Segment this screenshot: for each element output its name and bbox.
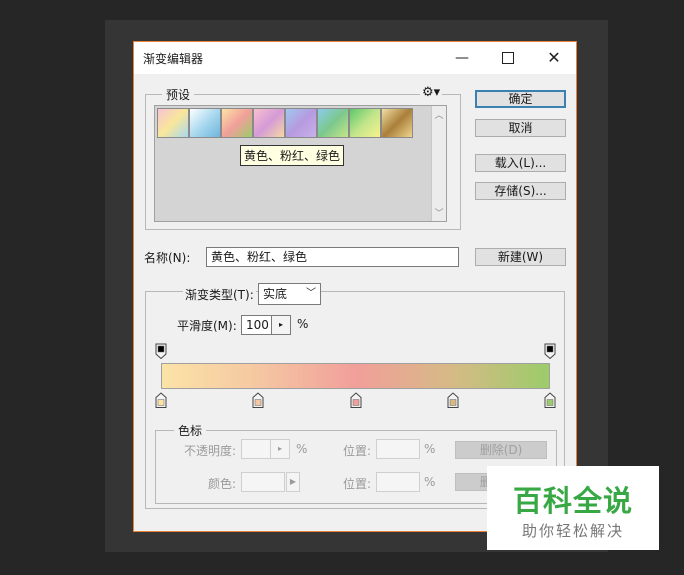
preset-swatch-blue-green[interactable] (317, 108, 349, 138)
opacity-input[interactable] (241, 439, 271, 459)
save-button[interactable]: 存储(S)... (475, 182, 566, 200)
gradient-type-label: 渐变类型(T): (183, 286, 256, 303)
opacity-stepper[interactable]: ▸ (270, 439, 290, 459)
preset-swatch-yellow-pink-green[interactable] (221, 108, 253, 138)
smoothness-unit: % (297, 317, 309, 331)
watermark-title: 百科全说 (512, 484, 633, 518)
gradient-type-select[interactable]: 实底 ﹀ (258, 283, 321, 305)
name-input[interactable]: 黄色、粉红、绿色 (206, 247, 459, 267)
color-location-input[interactable] (376, 472, 420, 492)
preset-swatches-panel: ︿ ﹀ 黄色、粉红、绿色 (154, 105, 447, 222)
gradient-preview-bar[interactable] (161, 363, 550, 389)
color-stop-2[interactable] (252, 392, 264, 409)
watermark-subtitle: 助你轻松解决 (521, 522, 624, 540)
presets-scrollbar[interactable]: ︿ ﹀ (431, 106, 446, 221)
preset-swatch-green-yellow[interactable] (349, 108, 381, 138)
stops-legend: 色标 (174, 422, 207, 439)
opacity-label: 不透明度: (184, 444, 237, 458)
color-label: 颜色: (208, 477, 237, 491)
cancel-button[interactable]: 取消 (475, 119, 566, 137)
dialog-title: 渐变编辑器 (143, 52, 204, 66)
gradient-editor-dialog: 渐变编辑器 — ✕ 预设 ⚙▾ ︿ ﹀ 黄色、粉红、绿色 确定 取消 载入(L)… (133, 41, 577, 532)
name-label: 名称(N): (144, 251, 191, 265)
load-button[interactable]: 载入(L)... (475, 154, 566, 172)
color-location-unit: % (424, 475, 436, 489)
preset-tooltip: 黄色、粉红、绿色 (240, 145, 345, 166)
opacity-location-input[interactable] (376, 439, 420, 459)
opacity-location-unit: % (424, 442, 436, 456)
new-button[interactable]: 新建(W) (475, 248, 566, 266)
opacity-unit: % (296, 442, 308, 456)
smoothness-stepper[interactable]: ▸ (271, 315, 291, 335)
gradient-type-value: 实底 (263, 287, 288, 301)
title-bar: 渐变编辑器 — ✕ (134, 42, 576, 74)
color-stop-4[interactable] (447, 392, 459, 409)
opacity-stop-1[interactable] (155, 343, 167, 359)
delete-opacity-stop-button[interactable]: 删除(D) (455, 441, 547, 459)
maximize-button[interactable] (494, 46, 522, 70)
maximize-icon (502, 52, 514, 64)
preset-swatch-white-blue[interactable] (189, 108, 221, 138)
color-swatch-field[interactable] (241, 472, 285, 492)
minimize-button[interactable]: — (448, 46, 476, 70)
gear-icon[interactable]: ⚙▾ (420, 85, 443, 100)
scroll-up-icon[interactable]: ︿ (432, 108, 446, 121)
close-button[interactable]: ✕ (540, 46, 568, 70)
color-stop-1[interactable] (155, 392, 167, 409)
preset-swatch-rainbow-pastel[interactable] (157, 108, 189, 138)
preset-swatch-pink-purple[interactable] (253, 108, 285, 138)
presets-legend: 预设 (162, 86, 195, 103)
color-menu-button[interactable]: ▶ (286, 472, 300, 492)
smoothness-label: 平滑度(M): (177, 319, 237, 333)
color-location-label: 位置: (343, 477, 372, 491)
preset-swatch-blue-purple[interactable] (285, 108, 317, 138)
scroll-down-icon[interactable]: ﹀ (432, 206, 446, 219)
color-stop-5[interactable] (544, 392, 556, 409)
ok-button[interactable]: 确定 (475, 90, 566, 108)
smoothness-input[interactable]: 100 (241, 315, 272, 335)
opacity-stop-2[interactable] (544, 343, 556, 359)
chevron-down-icon: ﹀ (306, 288, 316, 299)
opacity-location-label: 位置: (343, 444, 372, 458)
watermark: 百科全说 助你轻松解决 (487, 466, 659, 550)
preset-swatch-gold[interactable] (381, 108, 413, 138)
color-stop-3[interactable] (350, 392, 362, 409)
